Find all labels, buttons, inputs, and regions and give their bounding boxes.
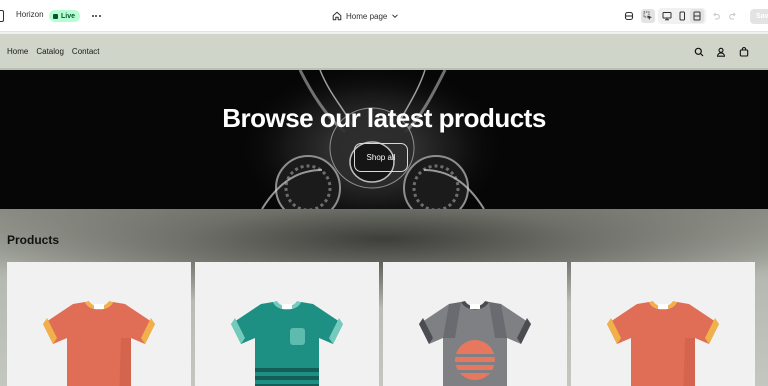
exit-editor-icon[interactable] bbox=[0, 10, 4, 22]
hero-banner: Browse our latest products Shop all bbox=[0, 70, 768, 209]
product-card[interactable] bbox=[571, 262, 755, 386]
tshirt-image bbox=[607, 301, 719, 386]
status-badge-label: Live bbox=[61, 12, 76, 20]
page-selector[interactable]: Home page bbox=[332, 9, 399, 23]
account-icon[interactable] bbox=[715, 46, 726, 57]
inspector-cursor-icon[interactable] bbox=[641, 9, 655, 23]
redo-icon[interactable] bbox=[726, 9, 740, 23]
dot-icon bbox=[95, 15, 97, 17]
tshirt-image bbox=[231, 301, 343, 386]
products-heading: Products bbox=[7, 233, 60, 247]
save-button[interactable]: Save bbox=[750, 9, 768, 24]
products-section: Products bbox=[0, 209, 768, 386]
mobile-icon[interactable] bbox=[675, 9, 689, 23]
cart-icon[interactable] bbox=[738, 46, 749, 57]
editor-toolbar: Horizon Live Home page Sav bbox=[0, 0, 768, 32]
store-name: Horizon bbox=[16, 10, 44, 19]
nav-link-contact[interactable]: Contact bbox=[72, 47, 100, 56]
nav-link-catalog[interactable]: Catalog bbox=[36, 47, 64, 56]
tshirt-image bbox=[43, 301, 155, 386]
page-selector-label: Home page bbox=[346, 11, 388, 21]
store-header: Home Catalog Contact bbox=[0, 34, 768, 69]
hero-gas-mask-image bbox=[232, 70, 512, 209]
database-icon[interactable] bbox=[622, 9, 636, 23]
hero-title: Browse our latest products bbox=[222, 103, 546, 133]
status-badge: Live bbox=[49, 10, 81, 22]
fullscreen-icon[interactable] bbox=[690, 9, 704, 23]
nav-link-home[interactable]: Home bbox=[7, 47, 28, 56]
live-dot-icon bbox=[53, 13, 58, 19]
chevron-down-icon bbox=[392, 14, 399, 19]
undo-icon[interactable] bbox=[709, 9, 723, 23]
product-card[interactable] bbox=[195, 262, 379, 386]
shop-all-button[interactable]: Shop all bbox=[354, 143, 408, 172]
main-nav: Home Catalog Contact bbox=[7, 47, 100, 56]
dot-icon bbox=[98, 15, 101, 17]
search-icon[interactable] bbox=[693, 46, 704, 57]
product-card[interactable] bbox=[7, 262, 191, 386]
tshirt-image bbox=[419, 301, 531, 386]
dot-icon bbox=[91, 15, 94, 17]
home-icon bbox=[332, 11, 342, 21]
storefront-preview: Home Catalog Contact Browse our latest p… bbox=[0, 34, 768, 386]
more-actions-button[interactable] bbox=[89, 9, 103, 23]
product-card[interactable] bbox=[383, 262, 567, 386]
desktop-icon[interactable] bbox=[660, 9, 674, 23]
